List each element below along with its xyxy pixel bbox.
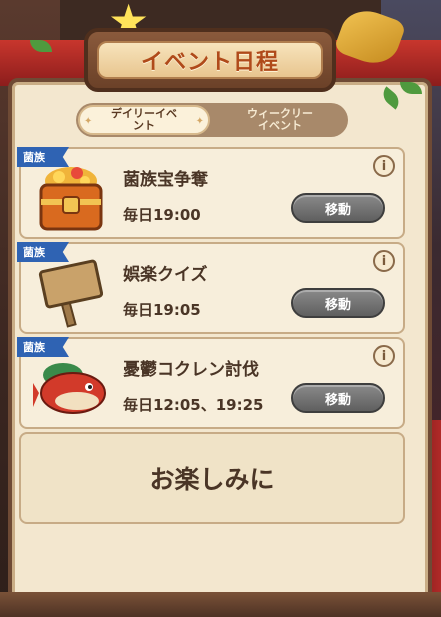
title-plate: イベント日程 <box>97 41 323 79</box>
event-card: 菌族 娯楽クイズ 毎日19:05 i 移動 <box>17 242 405 334</box>
tab-weekly-events[interactable]: ウィークリー イベント <box>214 105 346 135</box>
coming-soon-text: お楽しみに <box>149 465 275 494</box>
event-name: 憂鬱コクレン討伐 <box>123 360 259 380</box>
coming-soon-card: お楽しみに <box>19 432 405 524</box>
event-name: 菌族宝争奪 <box>123 170 208 190</box>
wooden-sign-icon <box>38 259 104 328</box>
event-time: 毎日12:05、19:25 <box>123 396 264 414</box>
event-card: 菌族 菌族宝争奪 毎日19:00 i 移動 <box>17 147 405 239</box>
move-button[interactable]: 移動 <box>291 288 385 318</box>
sparkle-icon: ✦ <box>84 116 93 127</box>
tab-bar: ✦ デイリーイベ ント ✦ ウィークリー イベント <box>76 103 348 137</box>
sparkle-icon: ✦ <box>195 116 204 127</box>
info-icon[interactable]: i <box>373 345 395 367</box>
red-fish-monster-icon <box>33 363 106 414</box>
treasure-chest-icon <box>39 167 103 231</box>
event-time: 毎日19:05 <box>123 301 201 319</box>
tab-daily-label: デイリーイベ ント <box>111 107 177 132</box>
tab-daily-events[interactable]: ✦ デイリーイベ ント ✦ <box>78 105 210 135</box>
info-icon[interactable]: i <box>373 155 395 177</box>
event-time: 毎日19:00 <box>123 206 201 224</box>
page-title: イベント日程 <box>140 50 279 75</box>
event-card: 菌族 憂鬱コクレン討伐 毎日12:05、19:25 i 移動 <box>17 337 405 429</box>
event-name: 娯楽クイズ <box>123 265 208 285</box>
tab-weekly-label: ウィークリー イベント <box>247 107 313 132</box>
move-button[interactable]: 移動 <box>291 193 385 223</box>
move-button[interactable]: 移動 <box>291 383 385 413</box>
title-sign: イベント日程 <box>84 28 336 92</box>
panel-bottom-frame <box>0 592 441 617</box>
info-icon[interactable]: i <box>373 250 395 272</box>
